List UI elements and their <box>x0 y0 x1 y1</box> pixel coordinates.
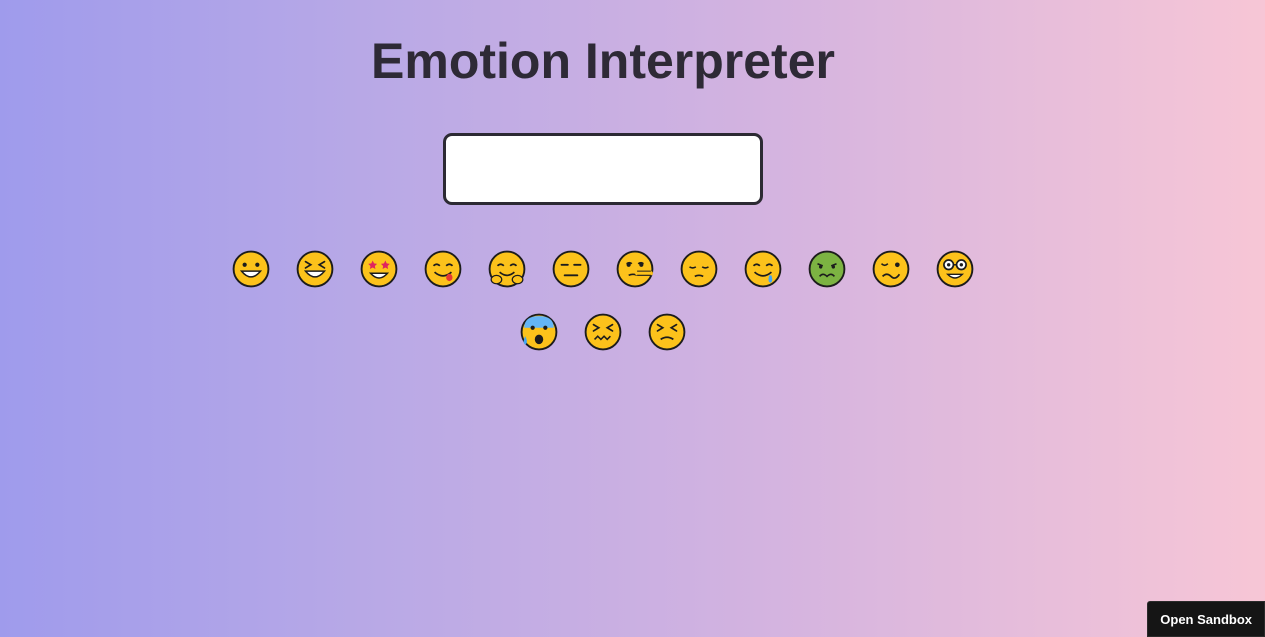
app-page: Emotion Interpreter Open Sandbox <box>0 0 1265 637</box>
face-savoring-food-icon[interactable] <box>411 250 475 288</box>
drooling-face-icon[interactable] <box>731 250 795 288</box>
hugging-face-icon[interactable] <box>475 250 539 288</box>
pensive-face-icon[interactable] <box>667 250 731 288</box>
confounded-face-icon[interactable] <box>571 313 635 351</box>
persevering-face-icon[interactable] <box>635 313 699 351</box>
nerd-face-icon[interactable] <box>923 250 987 288</box>
nauseated-face-icon[interactable] <box>795 250 859 288</box>
anxious-face-with-sweat-icon[interactable] <box>507 313 571 351</box>
emoji-input-wrapper <box>443 133 763 205</box>
star-struck-icon[interactable] <box>347 250 411 288</box>
grinning-face-icon[interactable] <box>219 250 283 288</box>
expressionless-face-icon[interactable] <box>539 250 603 288</box>
grinning-squinting-face-icon[interactable] <box>283 250 347 288</box>
woozy-face-icon[interactable] <box>859 250 923 288</box>
emoji-list-row-1 <box>0 250 1206 288</box>
emoji-list-row-2 <box>0 313 1206 351</box>
page-title: Emotion Interpreter <box>371 33 835 89</box>
emoji-input[interactable] <box>443 133 763 205</box>
open-sandbox-button[interactable]: Open Sandbox <box>1147 601 1265 637</box>
lying-face-icon[interactable] <box>603 250 667 288</box>
